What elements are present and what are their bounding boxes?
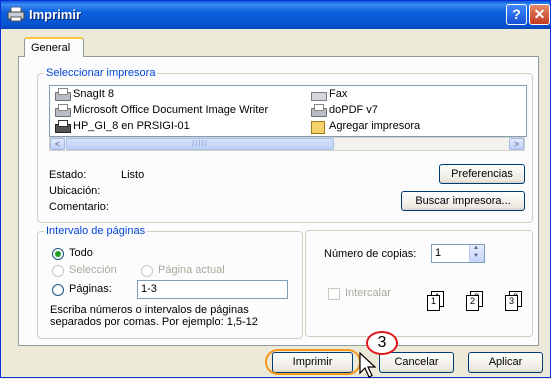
printer-icon	[54, 88, 71, 101]
printer-list-scrollbar[interactable]: < IIIII >	[49, 137, 525, 151]
printer-name: SnagIt 8	[73, 88, 114, 100]
status-value: Listo	[121, 169, 145, 181]
find-printer-button[interactable]: Buscar impresora...	[401, 191, 525, 211]
printer-group-legend: Seleccionar impresora	[46, 67, 156, 79]
copies-stepper[interactable]: 1	[431, 244, 485, 263]
window-title: Imprimir	[29, 7, 82, 22]
printer-icon	[310, 104, 327, 117]
collate-label: Intercalar	[345, 287, 391, 299]
printer-name: Microsoft Office Document Image Writer	[73, 104, 269, 116]
printer-icon	[7, 7, 25, 22]
add-printer-icon	[310, 120, 326, 134]
page-icon: 1	[427, 295, 440, 311]
comment-label: Comentario:	[49, 201, 109, 213]
radio-pages-label: Páginas:	[69, 283, 112, 295]
collate-checkbox[interactable]	[328, 288, 340, 300]
list-item[interactable]: Fax	[310, 87, 347, 101]
cancel-button[interactable]: Cancelar	[379, 352, 454, 373]
radio-all[interactable]	[52, 248, 64, 260]
status-label: Estado:	[49, 169, 87, 181]
page-icon: 3	[505, 295, 518, 311]
copies-group	[305, 230, 533, 337]
radio-pages[interactable]	[52, 284, 64, 296]
copies-label: Número de copias:	[324, 248, 417, 260]
apply-button[interactable]: Aplicar	[468, 352, 543, 373]
printer-icon	[54, 104, 71, 117]
radio-selection	[52, 265, 64, 277]
copies-value: 1	[435, 247, 442, 259]
printer-name: doPDF v7	[329, 104, 378, 116]
scroll-thumb[interactable]: IIIII	[66, 138, 334, 150]
pages-input[interactable]: 1-3	[137, 280, 288, 299]
scroll-right-arrow-icon[interactable]: >	[509, 138, 524, 150]
tab-general[interactable]: General	[24, 37, 84, 57]
scroll-left-arrow-icon[interactable]: <	[50, 138, 65, 150]
printer-name: Fax	[329, 88, 348, 100]
list-item[interactable]: SnagIt 8	[54, 87, 114, 101]
list-item[interactable]: HP_GI_8 en PRSIGI-01	[54, 119, 190, 133]
radio-current-page	[141, 265, 153, 277]
preferences-button[interactable]: Preferencias	[439, 164, 525, 184]
radio-all-label: Todo	[69, 247, 93, 259]
printer-list[interactable]: SnagIt 8 Microsoft Office Document Image…	[49, 85, 527, 137]
mouse-cursor-icon	[359, 351, 377, 378]
printer-name: HP_GI_8 en PRSIGI-01	[73, 120, 190, 132]
pages-hint: Escriba números o intervalos de páginas …	[50, 304, 258, 328]
title-bar[interactable]: Imprimir ? ✕	[1, 1, 550, 29]
radio-current-page-label: Página actual	[158, 264, 225, 276]
highlight-ring	[265, 349, 361, 375]
printer-name: Agregar impresora	[329, 120, 421, 132]
radio-selection-label: Selección	[69, 264, 117, 276]
list-item[interactable]: Microsoft Office Document Image Writer	[54, 103, 268, 117]
print-dialog: Imprimir ? ✕ General Seleccionar impreso…	[0, 0, 551, 378]
list-item[interactable]: doPDF v7	[310, 103, 378, 117]
network-printer-icon	[54, 120, 71, 133]
close-button[interactable]: ✕	[529, 4, 550, 25]
page-range-legend: Intervalo de páginas	[46, 225, 146, 237]
page-icon: 2	[466, 295, 479, 311]
fax-icon	[310, 88, 327, 101]
location-label: Ubicación:	[49, 185, 101, 197]
spinner-arrows-icon[interactable]	[469, 245, 484, 262]
help-button[interactable]: ?	[506, 4, 527, 25]
list-item[interactable]: Agregar impresora	[310, 119, 421, 134]
